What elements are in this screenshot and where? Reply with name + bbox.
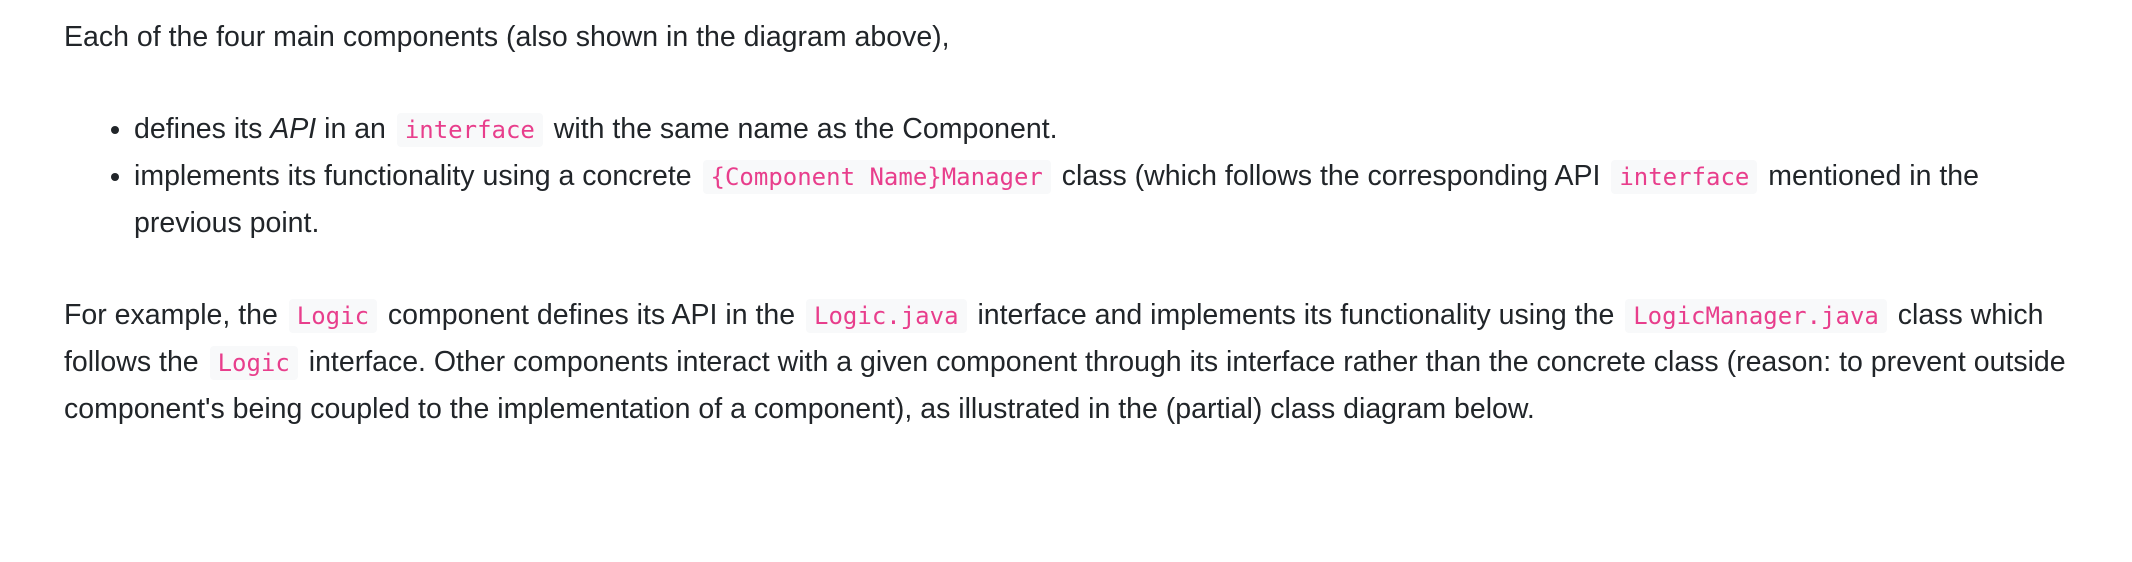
inline-code: Logic xyxy=(288,299,378,333)
list-item: defines its API in an interface with the… xyxy=(134,106,2084,153)
component-features-list: defines its API in an interface with the… xyxy=(64,106,2084,246)
text-run: in an xyxy=(316,113,394,145)
inline-code: Logic xyxy=(209,346,298,380)
document-body: Each of the four main components (also s… xyxy=(64,14,2084,432)
text-run: with the same name as the Component. xyxy=(545,113,1058,145)
text-run: implements its functionality using a con… xyxy=(134,160,700,192)
inline-code: interface xyxy=(396,113,543,147)
text-run: interface. Other components interact wit… xyxy=(64,346,2066,425)
api-emphasis: API xyxy=(270,113,317,145)
example-paragraph: For example, the Logic component defines… xyxy=(64,292,2084,432)
text-run: For example, the xyxy=(64,299,286,331)
text-run: defines its xyxy=(134,113,271,145)
inline-code: LogicManager.java xyxy=(1625,299,1887,333)
intro-paragraph: Each of the four main components (also s… xyxy=(64,21,950,53)
inline-code: {Component Name}Manager xyxy=(702,160,1051,194)
list-item: implements its functionality using a con… xyxy=(134,153,2084,246)
text-run: component defines its API in the xyxy=(380,299,804,331)
text-run: class (which follows the corresponding A… xyxy=(1053,160,1609,192)
inline-code: interface xyxy=(1611,160,1758,194)
inline-code: Logic.java xyxy=(806,299,967,333)
text-run: interface and implements its functionali… xyxy=(969,299,1623,331)
